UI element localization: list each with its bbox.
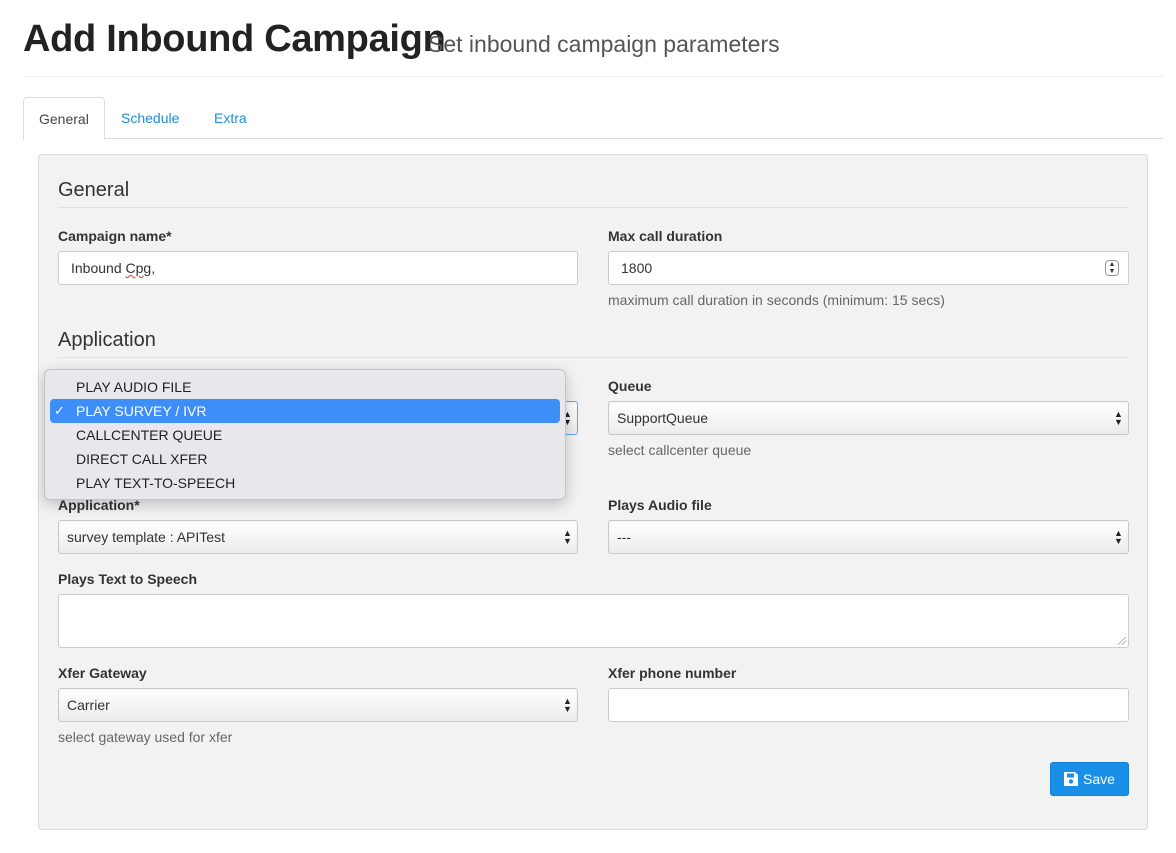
xfer-gateway-value: Carrier — [67, 697, 110, 713]
dropdown-option-label: PLAY SURVEY / IVR — [76, 403, 207, 419]
plays-tts-textarea[interactable] — [58, 594, 1129, 648]
max-call-duration-label: Max call duration — [608, 228, 723, 244]
dropdown-option-play-audio-file[interactable]: PLAY AUDIO FILE — [50, 375, 560, 399]
page-header: Add Inbound Campaign Set inbound campaig… — [23, 14, 1163, 77]
select-arrows-icon: ▲ ▼ — [563, 528, 572, 546]
tab-general[interactable]: General — [23, 97, 105, 140]
select-arrows-icon: ▲ ▼ — [563, 696, 572, 714]
tab-extra[interactable]: Extra — [199, 97, 262, 139]
dropdown-option-play-survey-ivr[interactable]: ✓ PLAY SURVEY / IVR — [50, 399, 560, 423]
max-call-duration-input[interactable]: 1800 ▲ ▼ — [608, 251, 1129, 285]
application-select[interactable]: survey template : APITest ▲ ▼ — [58, 520, 578, 554]
plays-tts-label: Plays Text to Speech — [58, 571, 198, 587]
tab-schedule[interactable]: Schedule — [106, 97, 194, 139]
queue-label: Queue — [608, 378, 652, 394]
campaign-name-input[interactable]: Inbound Cpg, — [58, 251, 578, 285]
save-button[interactable]: Save — [1050, 762, 1129, 796]
xfer-gateway-select[interactable]: Carrier ▲ ▼ — [58, 688, 578, 722]
campaign-name-text-suffix: , — [151, 260, 156, 276]
max-call-duration-help: maximum call duration in seconds (minimu… — [608, 292, 945, 308]
application-select-value: survey template : APITest — [67, 529, 225, 545]
section-title-application: Application — [58, 329, 1129, 358]
plays-audio-file-value: --- — [617, 529, 631, 545]
queue-select[interactable]: SupportQueue ▲ ▼ — [608, 401, 1129, 435]
number-spinner-icon[interactable]: ▲ ▼ — [1105, 260, 1119, 276]
section-title-general: General — [58, 179, 1129, 208]
select-arrows-icon: ▲ ▼ — [1114, 528, 1123, 546]
page-title: Add Inbound Campaign — [23, 18, 446, 60]
application-type-dropdown: PLAY AUDIO FILE ✓ PLAY SURVEY / IVR CALL… — [44, 369, 566, 500]
campaign-name-text-prefix: Inbound — [71, 260, 126, 276]
save-button-label: Save — [1083, 771, 1115, 787]
page-subtitle: Set inbound campaign parameters — [428, 31, 780, 57]
select-arrows-icon: ▲ ▼ — [1114, 409, 1123, 427]
queue-help: select callcenter queue — [608, 442, 752, 458]
campaign-name-label: Campaign name* — [58, 228, 172, 244]
max-call-duration-value: 1800 — [621, 260, 653, 276]
xfer-phone-input[interactable] — [608, 688, 1129, 722]
check-icon: ✓ — [54, 403, 65, 418]
campaign-name-text-misspelled: Cpg — [125, 260, 152, 276]
dropdown-option-callcenter-queue[interactable]: CALLCENTER QUEUE — [50, 423, 560, 447]
floppy-disk-icon — [1064, 772, 1078, 786]
dropdown-option-direct-call-xfer[interactable]: DIRECT CALL XFER — [50, 447, 560, 471]
queue-select-value: SupportQueue — [617, 410, 709, 426]
resize-grip-icon[interactable] — [1118, 637, 1126, 645]
dropdown-option-play-tts[interactable]: PLAY TEXT-TO-SPEECH — [50, 471, 560, 495]
tab-bar: General Schedule Extra — [23, 97, 1163, 140]
plays-audio-file-label: Plays Audio file — [608, 497, 712, 513]
xfer-gateway-help: select gateway used for xfer — [58, 729, 233, 745]
xfer-gateway-label: Xfer Gateway — [58, 665, 147, 681]
xfer-phone-label: Xfer phone number — [608, 665, 737, 681]
plays-audio-file-select[interactable]: --- ▲ ▼ — [608, 520, 1129, 554]
